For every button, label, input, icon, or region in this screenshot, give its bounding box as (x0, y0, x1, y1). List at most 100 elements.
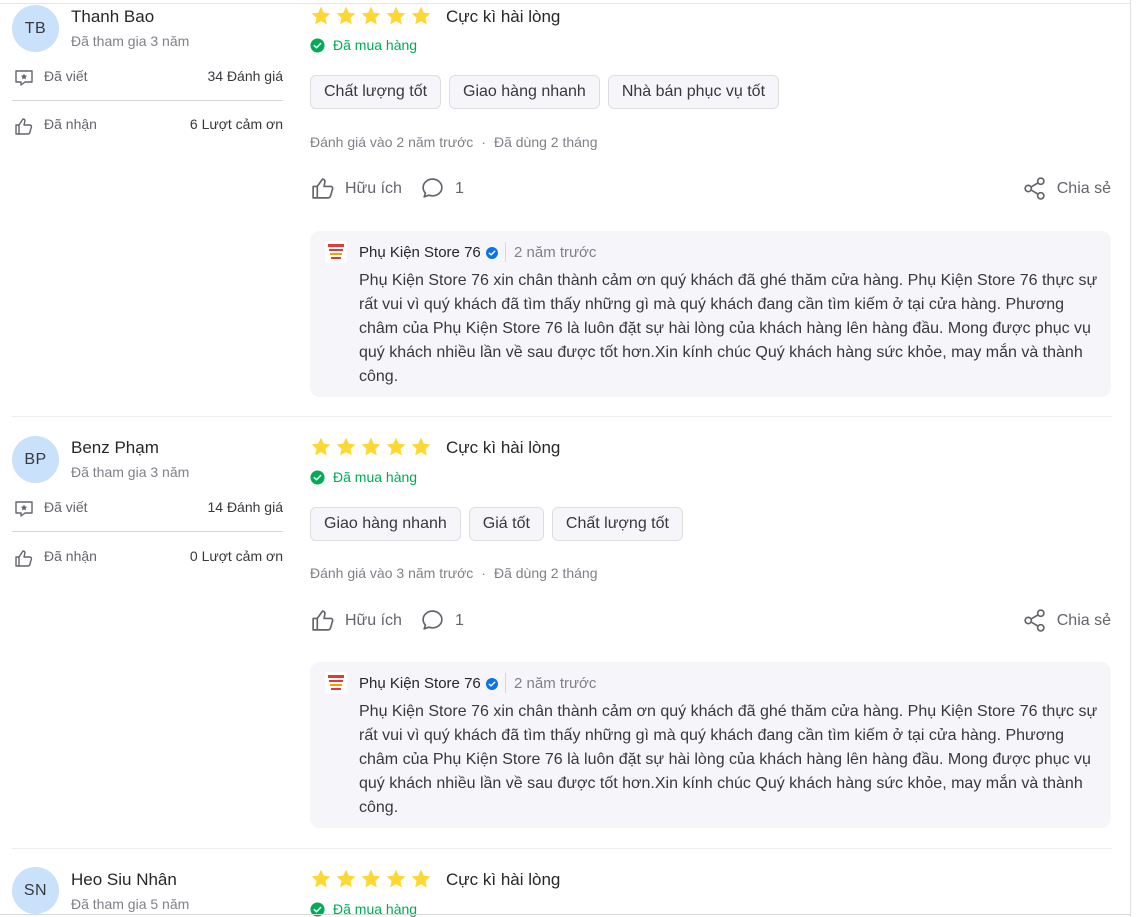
stat-written-label: Đã viết (44, 499, 88, 515)
review-tags: Chất lượng tốt Giao hàng nhanh Nhà bán p… (310, 75, 780, 109)
meta-separator: · (481, 565, 486, 581)
avatar-initials: BP (24, 450, 47, 468)
tag-chip: Nhà bán phục vụ tốt (607, 75, 780, 109)
purchased-badge: Đã mua hàng (310, 469, 417, 485)
star-icon (311, 869, 331, 888)
bottom-edge-border (0, 914, 1131, 915)
verified-badge-icon (485, 246, 498, 259)
shop-name[interactable]: Phụ Kiện Store 76 (359, 675, 498, 692)
purchased-label: Đã mua hàng (333, 469, 418, 485)
shop-name-label: Phụ Kiện Store 76 (359, 675, 481, 692)
reviewed-time: Đánh giá vào 2 năm trước (310, 134, 474, 150)
reviewed-time: Đánh giá vào 3 năm trước (310, 565, 474, 581)
check-circle-icon (310, 37, 325, 53)
review-separator (12, 416, 1112, 417)
stat-divider (12, 531, 283, 532)
reply-time: 2 năm trước (514, 675, 597, 692)
joined-duration: Đã tham gia 3 năm (71, 464, 190, 480)
star-icon (411, 437, 431, 456)
avatar: TB (12, 5, 59, 52)
stat-written: Đã viết 14 Đánh giá (14, 498, 283, 520)
stat-received-value: 0 Lượt cảm ơn (189, 548, 283, 564)
purchased-label: Đã mua hàng (333, 37, 418, 53)
top-divider (0, 3, 1131, 4)
helpful-label: Hữu ích (345, 611, 402, 629)
thumb-up-icon (312, 178, 334, 199)
stat-written-value: 34 Đánh giá (207, 68, 283, 84)
rating-stars (310, 868, 432, 890)
comment-button[interactable]: 1 (420, 608, 464, 633)
share-button[interactable]: Chia sẻ (1022, 176, 1111, 201)
stat-received-value: 6 Lượt cảm ơn (189, 116, 283, 132)
check-circle-icon (310, 469, 325, 485)
tag-chip: Giao hàng nhanh (449, 75, 600, 109)
review-title: Cực kì hài lòng (446, 7, 561, 26)
reviewer-name[interactable]: Thanh Bao (71, 7, 154, 27)
share-label: Chia sẻ (1056, 611, 1111, 629)
tag-chip: Giá tốt (468, 507, 544, 541)
review-actions: Hữu ích 1 Chia sẻ (310, 176, 1111, 204)
reply-divider (505, 242, 506, 262)
seller-reply: Phụ Kiện Store 76 2 năm trước Phụ Kiện S… (310, 662, 1111, 828)
review-title: Cực kì hài lòng (446, 438, 561, 457)
shop-name[interactable]: Phụ Kiện Store 76 (359, 244, 498, 261)
star-icon (336, 6, 356, 25)
share-icon (1024, 609, 1045, 632)
stat-written: Đã viết 34 Đánh giá (14, 67, 283, 89)
comment-bubble-icon (422, 610, 443, 630)
star-icon (386, 437, 406, 456)
right-edge-border (1130, 0, 1131, 917)
message-star-icon (15, 70, 33, 86)
avatar: SN (12, 867, 59, 914)
helpful-button[interactable]: Hữu ích (310, 608, 402, 633)
thumb-up-icon (15, 550, 33, 567)
purchased-badge: Đã mua hàng (310, 37, 417, 53)
stat-written-label: Đã viết (44, 68, 88, 84)
share-label: Chia sẻ (1056, 179, 1111, 197)
stat-received: Đã nhận 6 Lượt cảm ơn (14, 115, 283, 137)
joined-duration: Đã tham gia 3 năm (71, 33, 190, 49)
helpful-button[interactable]: Hữu ích (310, 176, 402, 201)
star-icon (411, 6, 431, 25)
verified-badge-icon (485, 677, 498, 690)
reply-time: 2 năm trước (514, 244, 597, 261)
message-star-icon (15, 501, 33, 517)
shop-logo-image (325, 672, 347, 694)
star-icon (386, 869, 406, 888)
tag-chip: Chất lượng tốt (310, 75, 442, 109)
avatar-initials: SN (23, 881, 48, 899)
star-icon (311, 6, 331, 25)
comment-count: 1 (455, 611, 464, 629)
star-icon (361, 869, 381, 888)
shop-logo-image (325, 241, 347, 263)
rating-stars (310, 5, 432, 27)
reply-text: Phụ Kiện Store 76 xin chân thành cảm ơn … (359, 703, 1098, 816)
share-icon (1024, 177, 1045, 200)
usage-duration: Đã dùng 2 tháng (493, 134, 598, 150)
review-title: Cực kì hài lòng (446, 870, 561, 889)
review-actions: Hữu ích 1 Chia sẻ (310, 608, 1111, 636)
review-meta: Đánh giá vào 2 năm trước · Đã dùng 2 tháng (310, 134, 598, 150)
reviewer-name[interactable]: Benz Phạm (71, 438, 159, 458)
usage-duration: Đã dùng 2 tháng (493, 565, 598, 581)
thumb-up-icon (15, 118, 33, 135)
tag-chip: Chất lượng tốt (551, 507, 683, 541)
review-tags: Giao hàng nhanh Giá tốt Chất lượng tốt (310, 507, 683, 541)
avatar: BP (12, 436, 59, 483)
review-separator (12, 848, 1112, 849)
comment-count: 1 (455, 179, 464, 197)
reviewer-name[interactable]: Heo Siu Nhân (71, 870, 177, 890)
share-button[interactable]: Chia sẻ (1022, 608, 1111, 633)
review-meta: Đánh giá vào 3 năm trước · Đã dùng 2 tháng (310, 565, 598, 581)
seller-reply: Phụ Kiện Store 76 2 năm trước Phụ Kiện S… (310, 231, 1111, 397)
shop-logo (325, 672, 347, 694)
star-icon (336, 437, 356, 456)
stat-received-label: Đã nhận (44, 116, 97, 132)
comment-bubble-icon (422, 178, 443, 198)
reply-text: Phụ Kiện Store 76 xin chân thành cảm ơn … (359, 272, 1098, 385)
star-icon (311, 437, 331, 456)
star-icon (411, 869, 431, 888)
comment-button[interactable]: 1 (420, 176, 464, 201)
rating-stars (310, 436, 432, 458)
shop-name-label: Phụ Kiện Store 76 (359, 244, 481, 261)
